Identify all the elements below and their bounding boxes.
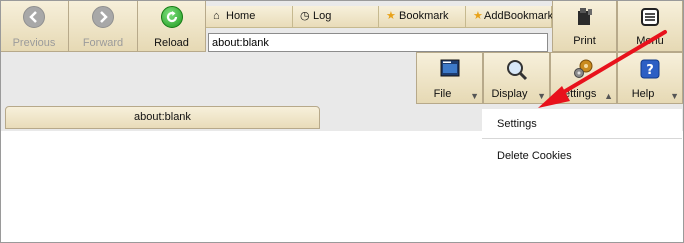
annotation-arrow	[538, 30, 667, 108]
